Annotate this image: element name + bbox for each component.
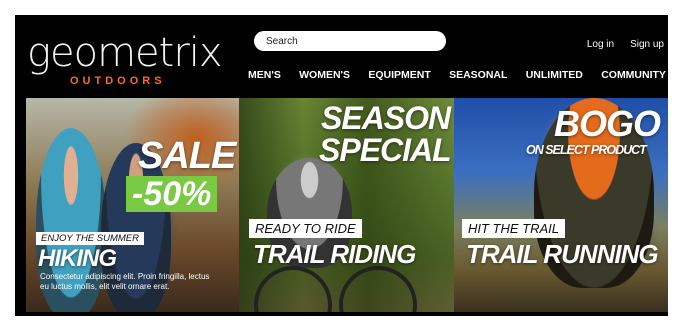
brand-tagline: OUTDOORS bbox=[70, 75, 166, 87]
bike-wheel-image bbox=[254, 266, 332, 312]
brand-name: geometrix bbox=[27, 30, 223, 76]
main-navigation: MEN'S WOMEN'S EQUIPMENT SEASONAL UNLIMIT… bbox=[248, 69, 668, 81]
nav-item-womens[interactable]: WOMEN'S bbox=[299, 69, 350, 81]
trail-riding-promo-panel[interactable]: SEASON SPECIAL READY TO RIDE TRAIL RIDIN… bbox=[239, 98, 454, 312]
trail-running-promo-panel[interactable]: BOGO ON SELECT PRODUCT HIT THE TRAIL TRA… bbox=[454, 98, 668, 312]
bike-wheel-image bbox=[339, 266, 417, 312]
bogo-headline: BOGO bbox=[554, 103, 661, 144]
trail-riding-ribbon: READY TO RIDE bbox=[249, 219, 362, 238]
trail-riding-title: TRAIL RIDING bbox=[253, 239, 416, 269]
nav-item-community[interactable]: COMMUNITY bbox=[601, 69, 666, 81]
signup-link[interactable]: Sign up bbox=[630, 39, 664, 50]
nav-item-mens[interactable]: MEN'S bbox=[248, 69, 281, 81]
special-headline: SPECIAL bbox=[319, 132, 452, 168]
hiking-description: Consectetur adipiscing elit. Proin fring… bbox=[40, 272, 210, 291]
search-input[interactable] bbox=[264, 34, 436, 48]
discount-badge: -50% bbox=[126, 176, 218, 212]
sale-headline: SALE bbox=[138, 135, 236, 177]
login-link[interactable]: Log in bbox=[587, 39, 614, 50]
nav-item-equipment[interactable]: EQUIPMENT bbox=[368, 69, 430, 81]
hiking-title: HIKING bbox=[38, 245, 117, 272]
brand-logo[interactable]: geometrix OUTDOORS bbox=[27, 33, 227, 103]
search-box[interactable] bbox=[254, 31, 446, 51]
auth-links: Log in Sign up bbox=[587, 39, 668, 50]
nav-item-seasonal[interactable]: SEASONAL bbox=[449, 69, 507, 81]
select-product-subhead: ON SELECT PRODUCT bbox=[526, 143, 647, 157]
hiking-ribbon: ENJOY THE SUMMER bbox=[36, 232, 145, 245]
nav-item-unlimited[interactable]: UNLIMITED bbox=[526, 69, 583, 81]
hiking-promo-panel[interactable]: SALE -50% ENJOY THE SUMMER HIKING Consec… bbox=[26, 98, 239, 312]
season-headline: SEASON bbox=[321, 100, 451, 136]
website: geometrix OUTDOORS Log in Sign up MEN'S … bbox=[15, 15, 668, 316]
trail-running-title: TRAIL RUNNING bbox=[466, 239, 659, 269]
trail-running-ribbon: HIT THE TRAIL bbox=[462, 219, 566, 238]
